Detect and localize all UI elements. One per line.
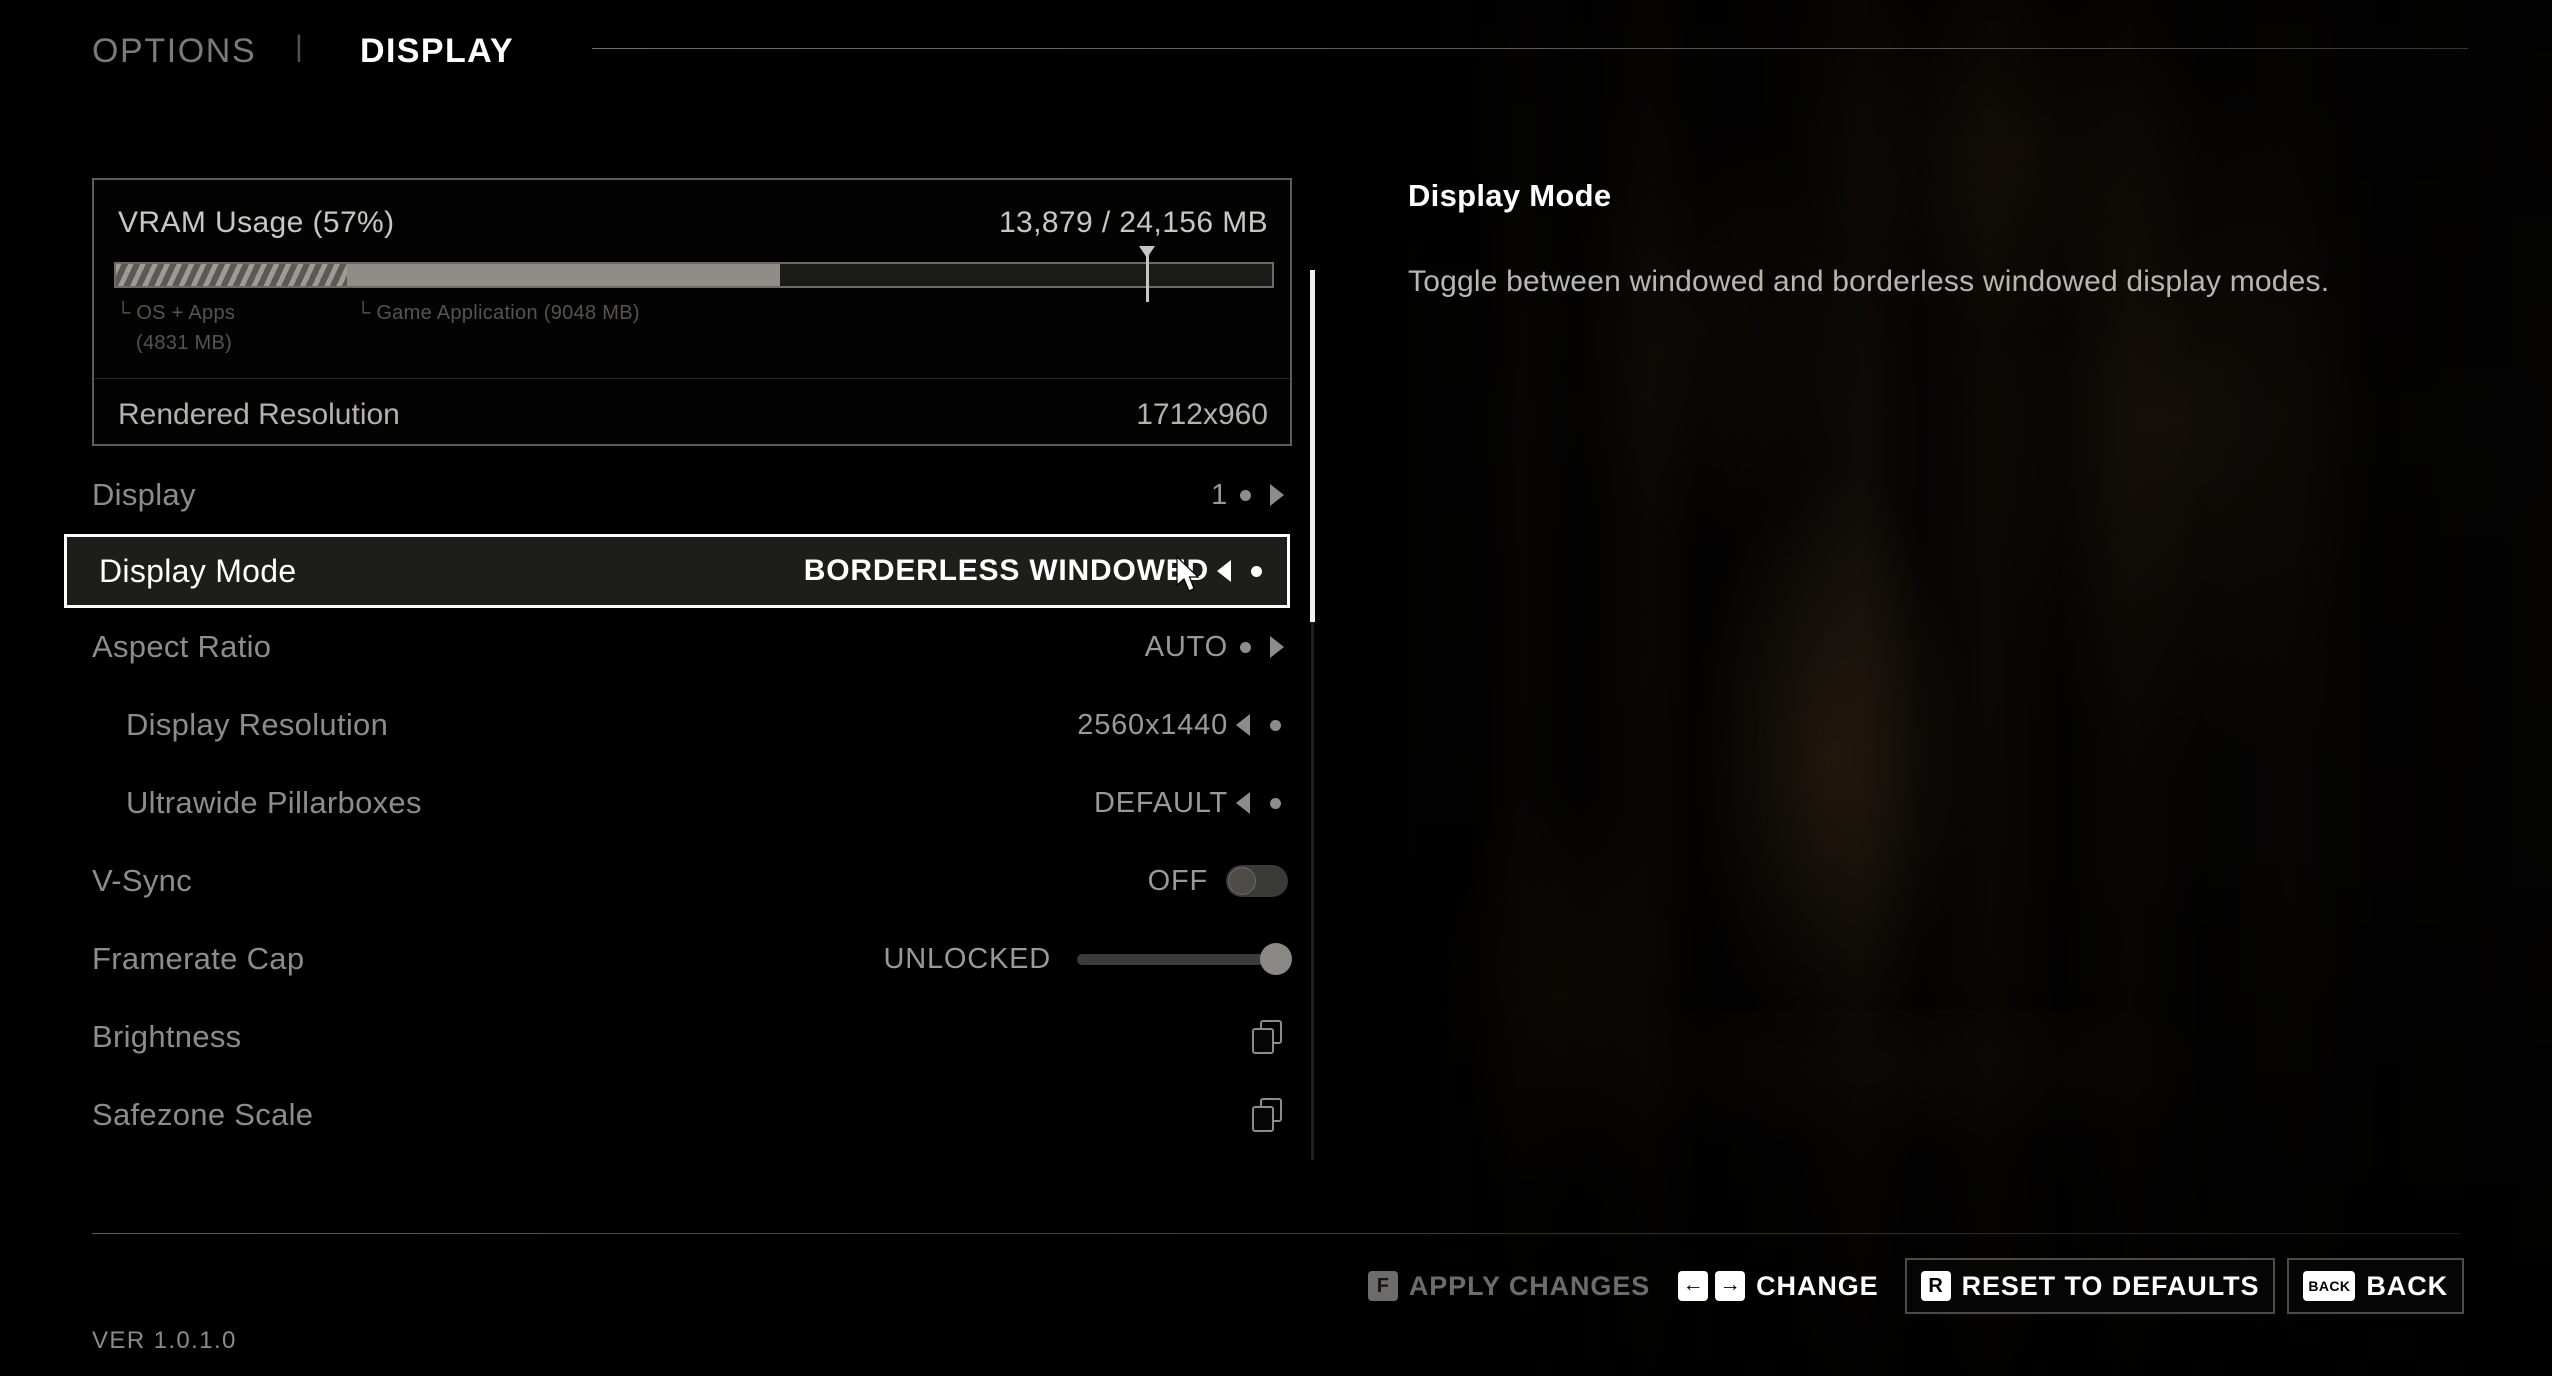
rendered-resolution-label: Rendered Resolution xyxy=(118,398,400,431)
breadcrumb-display: DISPLAY xyxy=(360,32,515,70)
rendered-resolution-row: Rendered Resolution 1712x960 xyxy=(118,398,1268,432)
slider-framerate-cap[interactable] xyxy=(1077,920,1292,998)
header-divider xyxy=(592,48,2468,49)
row-label-aspect-ratio: Aspect Ratio xyxy=(92,629,272,664)
header: OPTIONS | DISPLAY xyxy=(0,0,2552,96)
row-value-ultrawide-pillarboxes: DEFAULT xyxy=(1094,786,1228,819)
row-control-display-resolution: 2560x1440 xyxy=(1077,686,1292,764)
keycaps-reset-to-defaults: R xyxy=(1920,1271,1951,1301)
row-label-v-sync: V-Sync xyxy=(92,863,193,898)
row-label-display: Display xyxy=(92,477,196,512)
row-value-aspect-ratio: AUTO xyxy=(1144,630,1228,663)
vram-usage-marker xyxy=(1139,246,1156,302)
row-label-safezone-scale: Safezone Scale xyxy=(92,1097,314,1132)
option-dot-aspect-ratio xyxy=(1228,608,1262,686)
row-control-aspect-ratio: AUTO xyxy=(1145,608,1292,686)
row-control-ultrawide-pillarboxes: DEFAULT xyxy=(1094,764,1292,842)
vram-bar xyxy=(114,262,1274,288)
row-value-display-mode: BORDERLESS WINDOWED xyxy=(803,554,1209,587)
arrow-right-icon-aspect-ratio[interactable] xyxy=(1262,608,1292,686)
arrow-left-icon-ultrawide-pillarboxes[interactable] xyxy=(1228,764,1258,842)
footer-divider xyxy=(92,1233,2460,1234)
settings-row-safezone-scale[interactable]: Safezone Scale xyxy=(92,1076,1292,1154)
row-value-display: 1 xyxy=(1211,478,1228,511)
row-label-ultrawide-pillarboxes: Ultrawide Pillarboxes xyxy=(126,785,422,820)
row-control-v-sync: OFF xyxy=(1148,842,1292,920)
background-table xyxy=(1500,1010,2552,1260)
vram-title: VRAM Usage (57%) xyxy=(118,206,395,239)
row-value-v-sync: OFF xyxy=(1147,864,1208,897)
action-back[interactable]: BACK BACK xyxy=(2287,1258,2464,1314)
option-dot-display-resolution xyxy=(1258,686,1292,764)
row-label-framerate-cap: Framerate Cap xyxy=(92,941,305,976)
keycaps-change: ← → xyxy=(1678,1271,1746,1301)
keycaps-back: BACK xyxy=(2303,1271,2356,1301)
keycap-change-1: → xyxy=(1715,1271,1746,1301)
toggle-switch-v-sync[interactable] xyxy=(1226,865,1288,897)
settings-row-aspect-ratio[interactable]: Aspect Ratio AUTO xyxy=(92,608,1292,686)
keycap-reset-to-defaults-0: R xyxy=(1920,1271,1951,1301)
vram-segment-os-apps xyxy=(116,264,348,286)
row-value-framerate-cap: UNLOCKED xyxy=(883,942,1051,975)
vram-header: VRAM Usage (57%) 13,879 / 24,156 MB xyxy=(118,206,1268,240)
settings-row-framerate-cap[interactable]: Framerate Cap UNLOCKED xyxy=(92,920,1292,998)
row-control-framerate-cap: UNLOCKED xyxy=(883,920,1292,998)
arrow-left-icon-display-mode[interactable] xyxy=(1209,537,1239,605)
open-submenu-icon-safezone-scale[interactable] xyxy=(1252,1098,1286,1132)
breadcrumb-options[interactable]: OPTIONS xyxy=(92,32,256,71)
row-control-display: 1 xyxy=(1211,456,1292,534)
action-apply-changes: F APPLY CHANGES xyxy=(1354,1258,1664,1314)
keycap-back-0: BACK xyxy=(2303,1271,2356,1301)
row-control-brightness xyxy=(1252,998,1292,1076)
vram-legend-os: └ OS + Apps xyxy=(116,302,236,324)
settings-row-display[interactable]: Display 1 xyxy=(92,456,1292,534)
vram-amount: 13,879 / 24,156 MB xyxy=(998,206,1268,239)
settings-row-brightness[interactable]: Brightness xyxy=(92,998,1292,1076)
action-reset-to-defaults[interactable]: R RESET TO DEFAULTS xyxy=(1904,1258,2276,1314)
row-value-display-resolution: 2560x1440 xyxy=(1077,708,1228,741)
option-dot-display-mode xyxy=(1239,537,1273,605)
keycaps-apply-changes: F xyxy=(1367,1271,1398,1301)
settings-row-ultrawide-pillarboxes[interactable]: Ultrawide Pillarboxes DEFAULT xyxy=(92,764,1292,842)
arrow-left-icon-display-resolution[interactable] xyxy=(1228,686,1258,764)
settings-row-display-resolution[interactable]: Display Resolution 2560x1440 xyxy=(92,686,1292,764)
footer-action-bar: F APPLY CHANGES ← → CHANGE R RESET TO DEFAULTS… xyxy=(1354,1258,2464,1314)
action-change[interactable]: ← → CHANGE xyxy=(1664,1258,1892,1314)
option-dot-ultrawide-pillarboxes xyxy=(1258,764,1292,842)
settings-row-display-mode[interactable]: Display Mode BORDERLESS WINDOWED xyxy=(64,534,1290,608)
arrow-right-icon-display[interactable] xyxy=(1262,456,1292,534)
vram-usage-panel: VRAM Usage (57%) 13,879 / 24,156 MB └ OS… xyxy=(92,178,1292,446)
description-title: Display Mode xyxy=(1408,178,1612,213)
row-label-display-mode: Display Mode xyxy=(99,552,297,589)
rendered-resolution-value: 1712x960 xyxy=(1136,398,1268,431)
version-label: VER 1.0.1.0 xyxy=(92,1327,237,1354)
slider-knob-framerate-cap[interactable] xyxy=(1260,943,1292,975)
settings-panel: VRAM Usage (57%) 13,879 / 24,156 MB └ OS… xyxy=(64,178,1304,1154)
keycap-apply-changes-0: F xyxy=(1367,1271,1398,1301)
vram-panel-divider xyxy=(94,378,1290,379)
action-label-apply-changes: APPLY CHANGES xyxy=(1408,1270,1651,1301)
mouse-cursor xyxy=(1176,556,1200,592)
vram-segment-game xyxy=(347,264,781,286)
action-label-change: CHANGE xyxy=(1756,1270,1879,1301)
action-label-reset-to-defaults: RESET TO DEFAULTS xyxy=(1961,1270,2260,1301)
row-label-display-resolution: Display Resolution xyxy=(126,707,389,742)
vram-legend-game: └ Game Application (9048 MB) xyxy=(356,302,640,324)
vram-legend-os-size: (4831 MB) xyxy=(136,332,233,354)
scrollbar-thumb[interactable] xyxy=(1310,270,1315,622)
settings-scrollbar[interactable] xyxy=(1310,270,1315,1160)
open-submenu-icon-brightness[interactable] xyxy=(1252,1020,1286,1054)
settings-row-list: Display 1 Display Mode BORDERLESS WINDOWED A… xyxy=(64,456,1304,1154)
action-label-back: BACK xyxy=(2366,1270,2448,1301)
row-label-brightness: Brightness xyxy=(92,1019,242,1054)
option-dot-display xyxy=(1228,456,1262,534)
keycap-change-0: ← xyxy=(1678,1271,1709,1301)
description-panel: Display Mode Toggle between windowed and… xyxy=(1408,178,2418,305)
row-control-safezone-scale xyxy=(1252,1076,1292,1154)
settings-row-v-sync[interactable]: V-Sync OFF xyxy=(92,842,1292,920)
description-body: Toggle between windowed and borderless w… xyxy=(1408,265,2330,298)
row-control-display-mode: BORDERLESS WINDOWED xyxy=(804,537,1273,605)
breadcrumb-separator: | xyxy=(295,30,305,63)
